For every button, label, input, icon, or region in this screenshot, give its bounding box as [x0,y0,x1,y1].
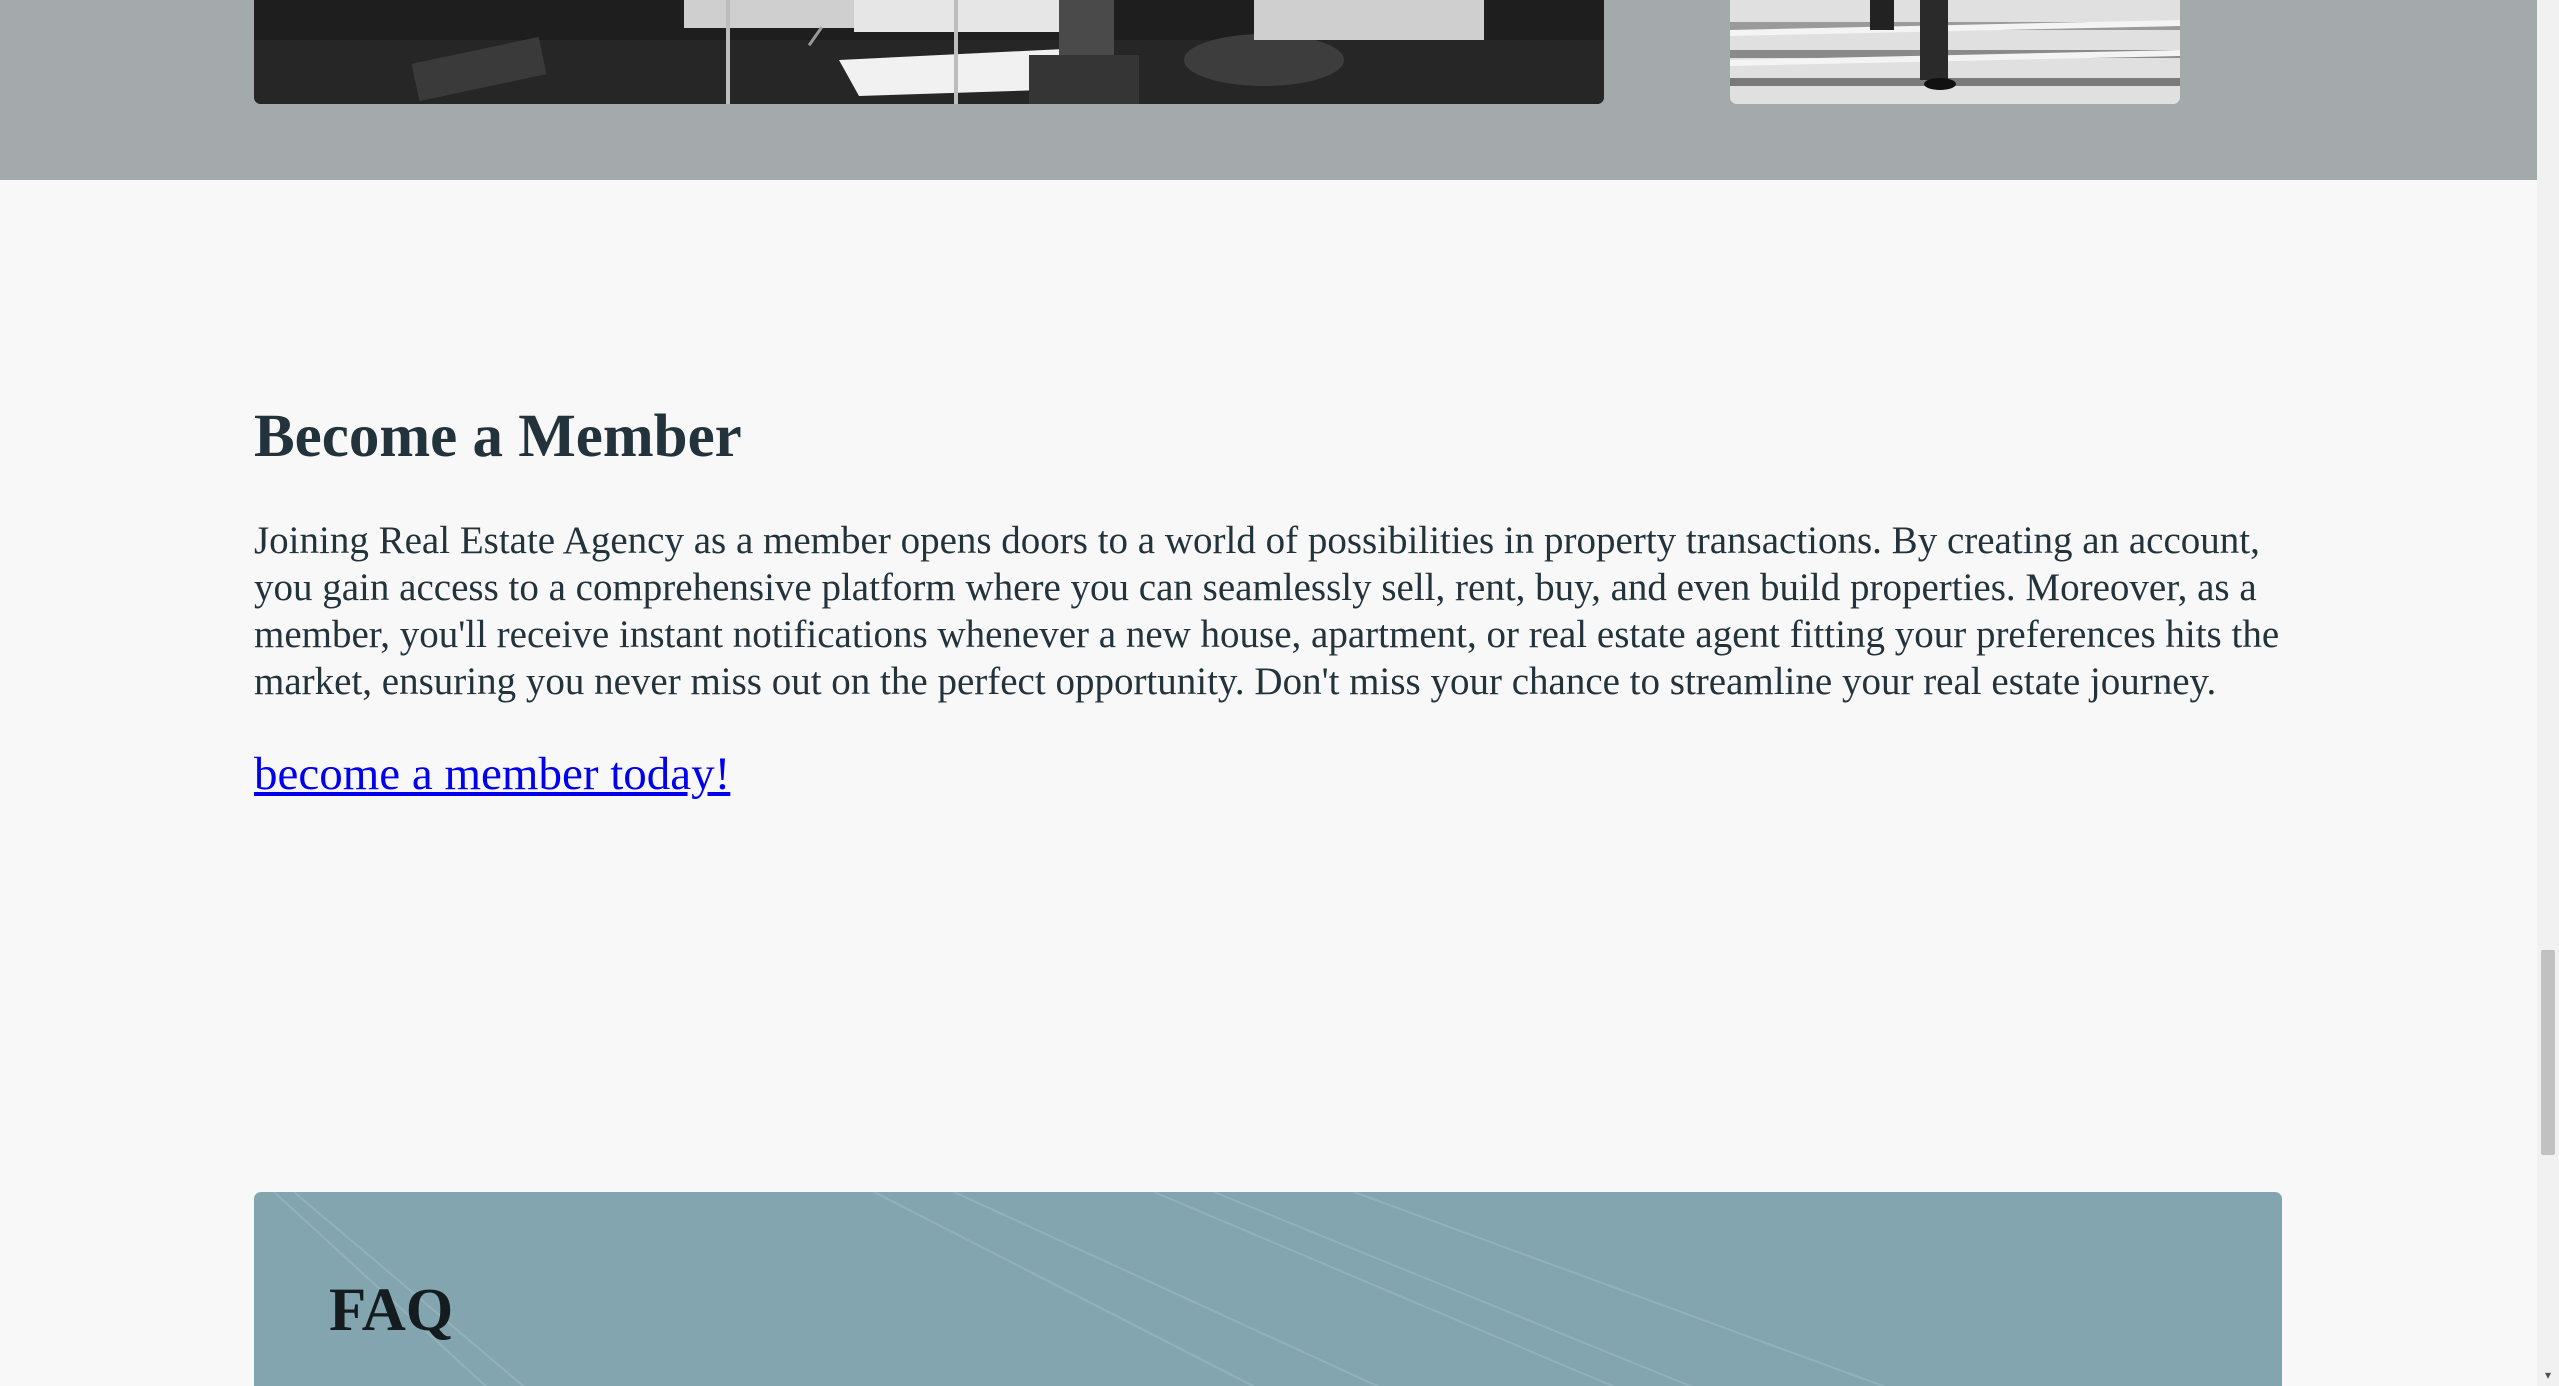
faq-heading: FAQ [329,1277,454,1344]
stairs-photo [1730,0,2180,104]
faq-background-pattern [273,1192,1886,1386]
vertical-scrollbar[interactable]: ▾ [2537,0,2559,1386]
office-desk-photo [254,0,1604,104]
member-heading: Become a Member [254,403,742,470]
member-description: Joining Real Estate Agency as a member o… [254,519,2280,704]
page: Become a Member Joining Real Estate Agen… [0,0,2559,1386]
become-member-link[interactable]: become a member today! [254,747,730,801]
scrollbar-thumb[interactable] [2541,950,2555,1155]
chevron-down-icon[interactable]: ▾ [2541,1368,2555,1382]
gallery-section [0,0,2537,180]
become-member-section: Become a Member Joining Real Estate Agen… [254,400,2284,801]
faq-section: FAQ [254,1192,2282,1386]
